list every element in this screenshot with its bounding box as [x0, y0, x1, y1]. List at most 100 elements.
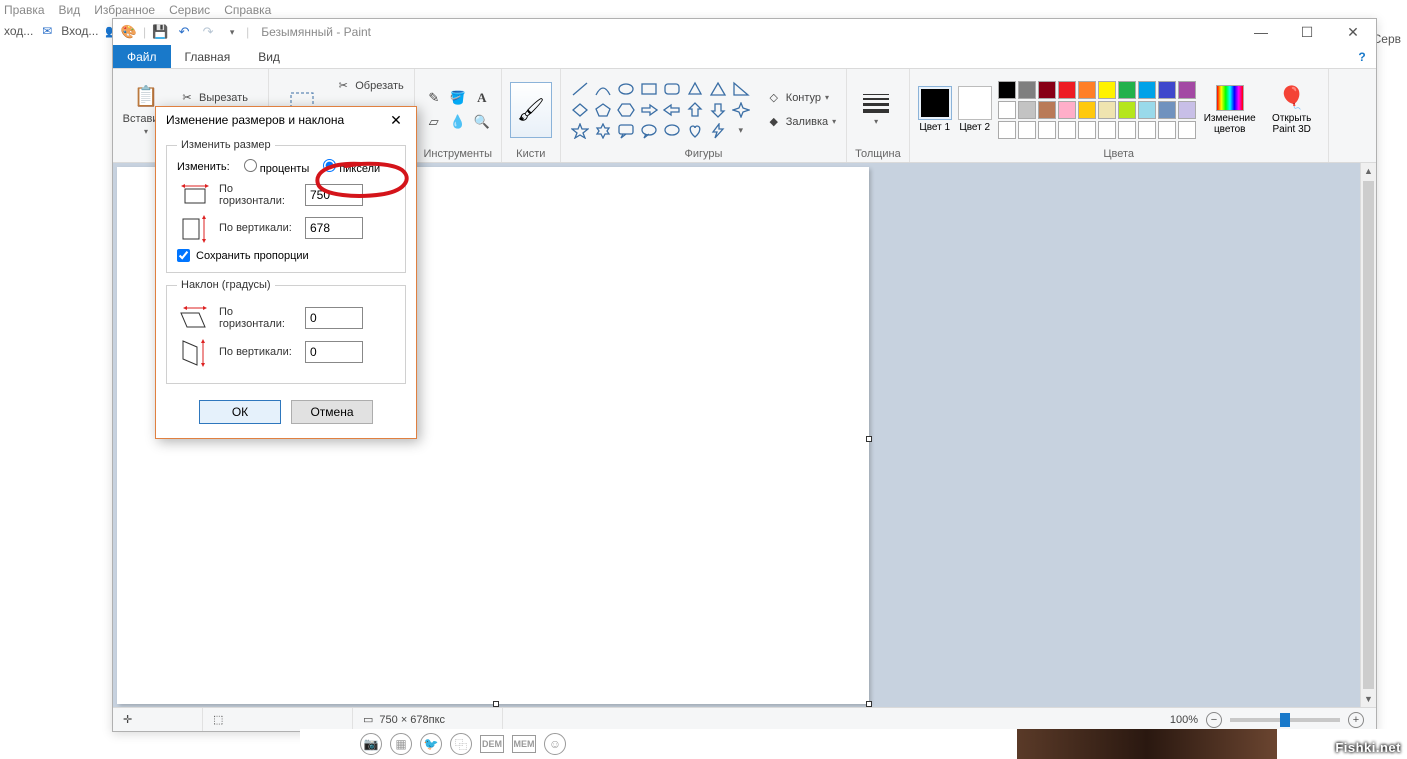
minimize-button[interactable]: —: [1238, 19, 1284, 45]
video-icon[interactable]: ▦: [390, 733, 412, 755]
shape-callout-cloud[interactable]: [661, 121, 683, 141]
close-button[interactable]: ✕: [1330, 19, 1376, 45]
color-swatch[interactable]: [1158, 121, 1176, 139]
color-swatch[interactable]: [1038, 121, 1056, 139]
menu-item[interactable]: Вид: [59, 3, 81, 17]
menu-item[interactable]: Избранное: [94, 3, 155, 17]
shape-gallery[interactable]: ▾: [569, 79, 752, 141]
vertical-scrollbar[interactable]: ▲ ▼: [1360, 163, 1376, 707]
color-swatch[interactable]: [1038, 81, 1056, 99]
color-swatch[interactable]: [998, 121, 1016, 139]
save-icon[interactable]: 💾: [150, 22, 170, 42]
ok-button[interactable]: ОК: [199, 400, 281, 424]
shape-star5[interactable]: [569, 121, 591, 141]
shape-arrow-l[interactable]: [661, 100, 683, 120]
shape-triangle[interactable]: [707, 79, 729, 99]
resize-width-input[interactable]: [305, 184, 363, 206]
outline-button[interactable]: ◇Контур▾: [764, 88, 838, 108]
color-swatch[interactable]: [1158, 81, 1176, 99]
fill-tool[interactable]: 🪣: [447, 87, 469, 109]
browser-tab[interactable]: Вход...: [61, 24, 98, 38]
color-swatch[interactable]: [1178, 101, 1196, 119]
color-swatch[interactable]: [1118, 81, 1136, 99]
color-swatch[interactable]: [1018, 81, 1036, 99]
color-swatch[interactable]: [998, 101, 1016, 119]
help-icon[interactable]: ?: [1348, 45, 1376, 68]
mem-badge[interactable]: MEM: [512, 735, 536, 753]
menu-item[interactable]: Справка: [224, 3, 271, 17]
shape-rtriangle[interactable]: [730, 79, 752, 99]
tab-view[interactable]: Вид: [244, 45, 294, 68]
color-swatch[interactable]: [1098, 81, 1116, 99]
shape-arrow-u[interactable]: [684, 100, 706, 120]
shape-pentagon[interactable]: [592, 100, 614, 120]
color-swatch[interactable]: [1178, 81, 1196, 99]
shape-hexagon[interactable]: [615, 100, 637, 120]
color-swatch[interactable]: [1178, 121, 1196, 139]
qat-dropdown-icon[interactable]: ▾: [222, 22, 242, 42]
shape-heart[interactable]: [684, 121, 706, 141]
open-paint3d-button[interactable]: 🎈 ОткрытьPaint 3D: [1264, 85, 1320, 135]
shape-callout-rect[interactable]: [615, 121, 637, 141]
color2-slot[interactable]: [958, 86, 992, 120]
shape-oval[interactable]: [615, 79, 637, 99]
scroll-thumb[interactable]: [1363, 181, 1374, 689]
color-swatch[interactable]: [1058, 81, 1076, 99]
camera-icon[interactable]: 📷: [360, 733, 382, 755]
tab-home[interactable]: Главная: [171, 45, 245, 68]
shape-diamond[interactable]: [569, 100, 591, 120]
thickness-button[interactable]: ▾: [855, 94, 897, 126]
browser-tab[interactable]: ход...: [4, 24, 33, 38]
cancel-button[interactable]: Отмена: [291, 400, 373, 424]
crop-button[interactable]: ✂Обрезать: [333, 76, 406, 96]
color-swatch[interactable]: [1018, 101, 1036, 119]
color-swatch[interactable]: [1038, 101, 1056, 119]
text-tool[interactable]: A: [471, 87, 493, 109]
color-swatch[interactable]: [1158, 101, 1176, 119]
menu-item[interactable]: Сервис: [169, 3, 210, 17]
edit-colors-button[interactable]: Изменение цветов: [1202, 85, 1258, 135]
shape-star6[interactable]: [592, 121, 614, 141]
dem-badge[interactable]: DEM: [480, 735, 504, 753]
maximize-button[interactable]: ☐: [1284, 19, 1330, 45]
shape-curve[interactable]: [592, 79, 614, 99]
color-swatch[interactable]: [1098, 121, 1116, 139]
color-swatch[interactable]: [1118, 101, 1136, 119]
radio-percent[interactable]: проценты: [244, 159, 310, 175]
shape-roundrect[interactable]: [661, 79, 683, 99]
shape-more[interactable]: ▾: [730, 121, 752, 141]
zoom-out-button[interactable]: −: [1206, 712, 1222, 728]
shape-polygon[interactable]: [684, 79, 706, 99]
emoji-icon[interactable]: ☺: [544, 733, 566, 755]
tab-file[interactable]: Файл: [113, 45, 171, 68]
copy-share-icon[interactable]: ⿻: [450, 733, 472, 755]
scroll-up-icon[interactable]: ▲: [1361, 163, 1376, 179]
pencil-tool[interactable]: ✎: [423, 87, 445, 109]
shape-rect[interactable]: [638, 79, 660, 99]
color-swatch[interactable]: [1078, 101, 1096, 119]
color-swatch[interactable]: [1018, 121, 1036, 139]
skew-v-input[interactable]: [305, 341, 363, 363]
zoom-tool[interactable]: 🔍: [471, 111, 493, 133]
color-swatch[interactable]: [1078, 81, 1096, 99]
color-swatch[interactable]: [1138, 101, 1156, 119]
color-swatch[interactable]: [1138, 121, 1156, 139]
radio-pixels[interactable]: пиксели: [323, 159, 380, 175]
color-swatch[interactable]: [1058, 101, 1076, 119]
color-swatch[interactable]: [1078, 121, 1096, 139]
picker-tool[interactable]: 💧: [447, 111, 469, 133]
zoom-in-button[interactable]: +: [1348, 712, 1364, 728]
keep-aspect-checkbox[interactable]: Сохранить пропорции: [177, 249, 395, 262]
shape-line[interactable]: [569, 79, 591, 99]
zoom-slider[interactable]: [1230, 718, 1340, 722]
brushes-button[interactable]: 🖌: [510, 82, 552, 138]
color-swatch[interactable]: [1058, 121, 1076, 139]
color-swatch[interactable]: [1118, 121, 1136, 139]
color-swatch[interactable]: [1138, 81, 1156, 99]
color-swatch[interactable]: [998, 81, 1016, 99]
undo-icon[interactable]: ↶: [174, 22, 194, 42]
menu-item[interactable]: Правка: [4, 3, 45, 17]
shape-fill-button[interactable]: ◆Заливка▾: [764, 112, 838, 132]
twitter-icon[interactable]: 🐦: [420, 733, 442, 755]
cut-button[interactable]: ✂Вырезать: [177, 88, 260, 108]
